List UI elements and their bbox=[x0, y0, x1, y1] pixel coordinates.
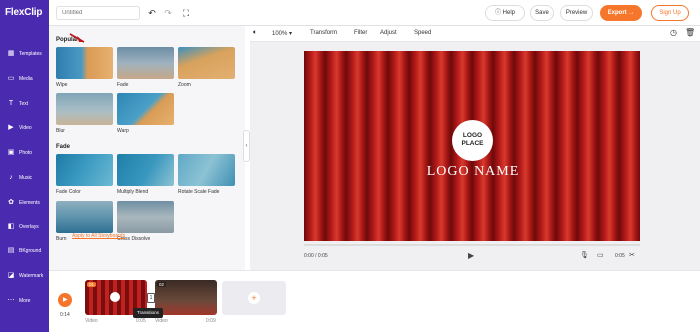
transform-button[interactable]: Transform bbox=[310, 30, 337, 36]
playback-progress[interactable] bbox=[304, 244, 640, 246]
logo-name-text[interactable]: LOGO NAME bbox=[388, 164, 558, 180]
duration-readout: 0:05 bbox=[615, 253, 625, 259]
add-clip-button[interactable]: + bbox=[222, 281, 286, 315]
transitions-tooltip: Transitions bbox=[133, 308, 163, 318]
transition-marker[interactable]: 1 bbox=[147, 293, 155, 303]
clip-badge: 01 bbox=[87, 282, 97, 287]
caption-icon[interactable]: ▭ bbox=[597, 251, 604, 259]
zoom-select[interactable]: 100% ▾ bbox=[272, 30, 292, 37]
clip-duration-label: 0:05 bbox=[136, 318, 146, 324]
time-readout: 0:00 / 0:05 bbox=[304, 253, 328, 259]
clip-logo-thumb bbox=[110, 292, 120, 302]
timeline-clip-2[interactable]: 02 bbox=[155, 280, 217, 315]
clip-badge: 02 bbox=[157, 282, 167, 287]
volume-icon[interactable]: 🔈︎ bbox=[253, 29, 257, 37]
microphone-icon[interactable]: 🎙︎ bbox=[580, 251, 589, 259]
play-icon: ▶ bbox=[63, 297, 68, 303]
clip-duration-label: 0:09 bbox=[206, 318, 216, 324]
edit-toolbar: 🔈︎ 100% ▾ Transform Filter Adjust Speed … bbox=[250, 26, 700, 42]
logo-placeholder[interactable]: LOGO PLACE bbox=[452, 120, 493, 161]
filter-button[interactable]: Filter bbox=[354, 30, 367, 36]
chevron-down-icon: ▾ bbox=[287, 31, 293, 37]
timeline-play-button[interactable]: ▶ bbox=[58, 293, 72, 307]
total-time: 0:14 bbox=[60, 312, 70, 318]
plus-icon: + bbox=[248, 292, 260, 304]
trash-icon[interactable]: 🗑︎ bbox=[685, 28, 695, 37]
clip-type-label: Video bbox=[155, 318, 168, 324]
speed-button[interactable]: Speed bbox=[414, 30, 431, 36]
play-icon[interactable]: ▶ bbox=[468, 251, 474, 260]
adjust-button[interactable]: Adjust bbox=[380, 30, 397, 36]
clock-icon[interactable]: ◷ bbox=[670, 28, 677, 37]
clip-type-label: Video bbox=[85, 318, 98, 324]
scissors-icon[interactable]: ✂ bbox=[629, 251, 635, 259]
arrow-annotation-panel bbox=[69, 33, 85, 43]
